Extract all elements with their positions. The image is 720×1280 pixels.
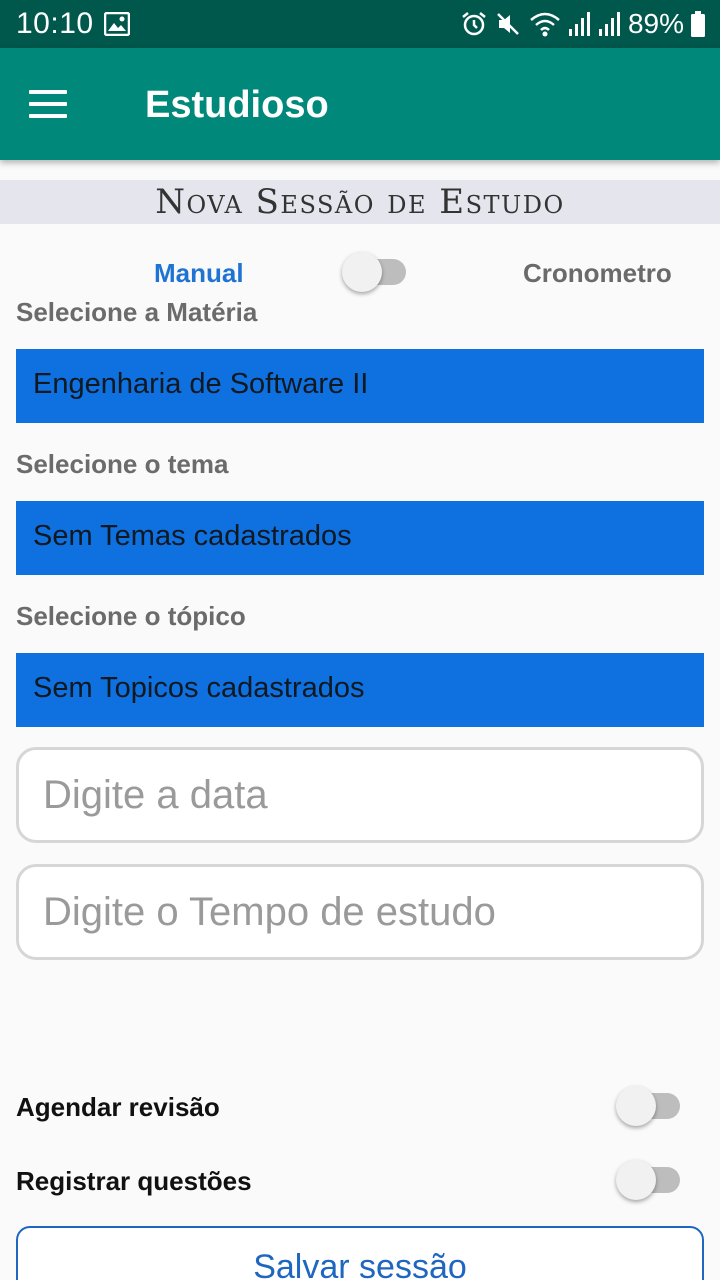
section-header: Nova Sessão de Estudo — [0, 180, 720, 224]
battery-percent: 89% — [627, 8, 684, 39]
register-questions-switch[interactable] — [616, 1160, 682, 1200]
signal-icon — [598, 12, 620, 36]
wifi-icon — [530, 12, 560, 37]
section-title: Nova Sessão de Estudo — [155, 182, 565, 222]
save-session-button[interactable]: Salvar sessão — [16, 1226, 704, 1280]
topic-label: Selecione o tópico — [16, 601, 246, 631]
date-input[interactable] — [16, 747, 704, 843]
topic-value: Sem Topicos cadastrados — [33, 672, 365, 704]
mode-switch[interactable] — [342, 252, 408, 292]
app-bar: Estudioso — [0, 48, 720, 160]
schedule-review-switch[interactable] — [616, 1086, 682, 1126]
theme-label: Selecione o tema — [16, 449, 229, 479]
theme-picker[interactable]: Sem Temas cadastrados — [16, 501, 704, 575]
mute-icon — [497, 13, 519, 35]
subject-value: Engenharia de Software II — [33, 368, 369, 400]
app-title: Estudioso — [145, 84, 329, 126]
mode-manual-label: Manual — [154, 258, 244, 288]
image-icon — [104, 12, 130, 36]
alarm-icon — [462, 12, 486, 36]
topic-picker[interactable]: Sem Topicos cadastrados — [16, 653, 704, 727]
study-time-input[interactable] — [16, 864, 704, 960]
subject-label: Selecione a Matéria — [16, 297, 258, 327]
register-questions-label: Registrar questões — [16, 1166, 252, 1196]
battery-icon — [691, 11, 705, 37]
subject-picker[interactable]: Engenharia de Software II — [16, 349, 704, 423]
save-session-label: Salvar sessão — [253, 1248, 467, 1280]
mode-cronometro-label: Cronometro — [523, 258, 672, 288]
status-icons: 89% — [460, 7, 706, 41]
status-bar: 10:10 89% — [0, 0, 720, 48]
theme-value: Sem Temas cadastrados — [33, 520, 352, 552]
signal-icon — [568, 12, 590, 36]
schedule-review-label: Agendar revisão — [16, 1092, 220, 1122]
hamburger-menu-icon[interactable] — [22, 78, 74, 130]
status-time: 10:10 — [16, 7, 94, 40]
